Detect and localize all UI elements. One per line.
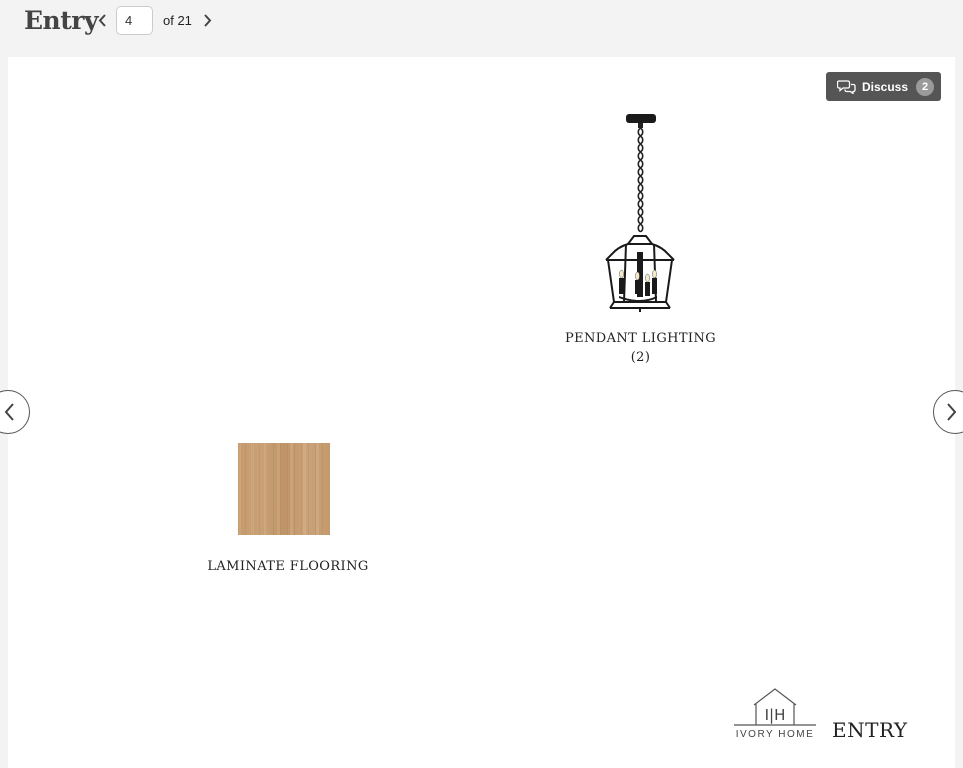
- chevron-left-icon: [4, 403, 14, 421]
- design-board: [8, 57, 955, 768]
- pendant-lighting-label: PENDANT LIGHTING: [564, 331, 717, 346]
- discuss-button[interactable]: Discuss 2: [826, 72, 941, 101]
- prev-page-chevron-icon[interactable]: [94, 10, 110, 30]
- pendant-lighting-image[interactable]: [600, 112, 680, 314]
- next-page-chevron-icon[interactable]: [199, 10, 215, 30]
- logo-monogram: I|H: [765, 706, 786, 724]
- pendant-lighting-qty: (2): [630, 350, 651, 365]
- top-bar: Entry of 21: [0, 0, 963, 56]
- laminate-flooring-label: LAMINATE FLOORING: [207, 559, 369, 574]
- page-number-input[interactable]: [116, 6, 153, 35]
- discuss-label: Discuss: [862, 79, 909, 94]
- logo-name: IVORY HOME: [735, 729, 815, 740]
- laminate-flooring-caption: LAMINATE FLOORING: [198, 557, 378, 576]
- laminate-flooring-swatch[interactable]: [238, 443, 330, 535]
- board-room-label: ENTRY: [832, 718, 908, 742]
- page-title: Entry: [24, 6, 98, 35]
- page-total: of 21: [163, 13, 192, 28]
- chevron-right-icon: [947, 403, 957, 421]
- chat-bubbles-icon: [837, 79, 856, 94]
- discuss-count-badge: 2: [916, 77, 935, 96]
- pendant-lighting-caption: PENDANT LIGHTING (2): [560, 329, 721, 367]
